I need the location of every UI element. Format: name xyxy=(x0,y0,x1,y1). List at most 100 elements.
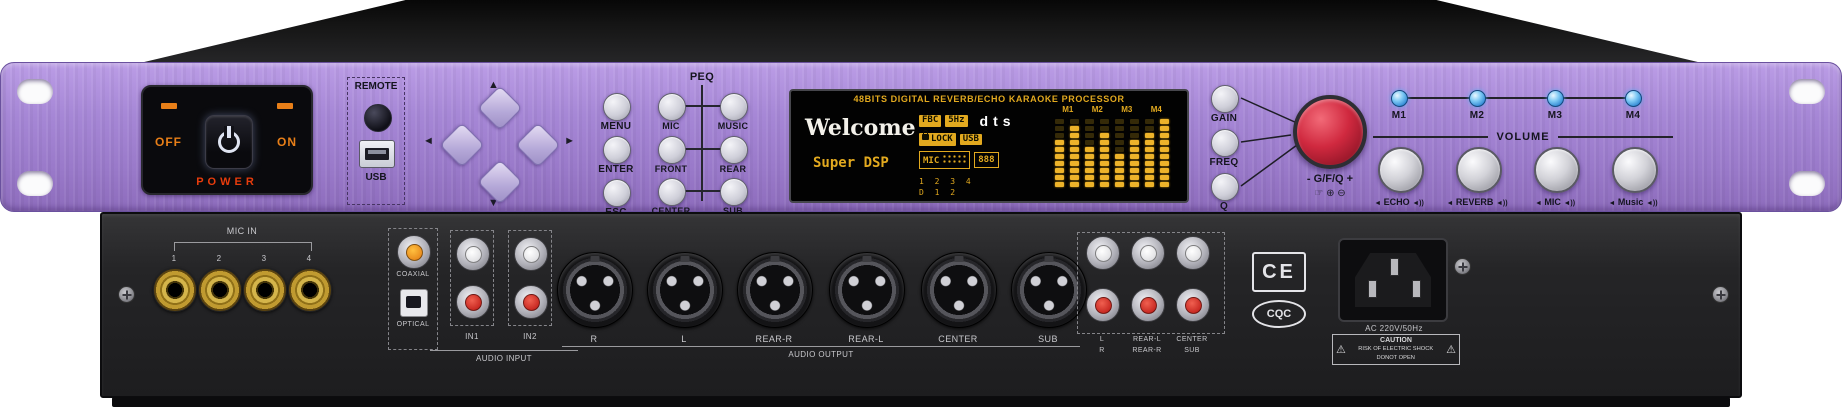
power-button[interactable] xyxy=(205,115,253,169)
karaoke-processor-scene: OFF ON POWER REMOTE USB ▲ ▼ ◄ ► xyxy=(0,0,1842,407)
speaker-min-icon: ◄ xyxy=(1446,200,1453,207)
menu-button-label: MENU xyxy=(587,121,645,132)
gain-label: GAIN xyxy=(1197,113,1251,124)
speaker-max-icon: ◄)) xyxy=(1496,200,1508,207)
display-header: 48BITS DIGITAL REVERB/ECHO KARAOKE PROCE… xyxy=(791,94,1187,104)
volume-title-row: VOLUME xyxy=(1373,131,1673,143)
xlr-r-label: R xyxy=(554,334,634,344)
music-volume-knob[interactable] xyxy=(1612,147,1658,193)
vu-meters xyxy=(1055,119,1169,187)
caution-line-1: RISK OF ELECTRIC SHOCK xyxy=(1359,346,1434,353)
speaker-max-icon: ◄)) xyxy=(1563,200,1575,207)
peq-sub-button[interactable] xyxy=(720,178,748,206)
echo-volume-knob[interactable] xyxy=(1378,147,1424,193)
peq-rear-label: REAR xyxy=(707,164,759,174)
mic-volume-knob[interactable] xyxy=(1534,147,1580,193)
music-knob-label: ◄ Music ◄)) xyxy=(1594,197,1672,207)
dot-matrix-icon xyxy=(942,154,966,165)
esc-button[interactable] xyxy=(603,179,631,207)
iec-pin-live xyxy=(1368,280,1377,298)
xlr-output-group: R L REAR-R REAR-L CENTER SUB AUDIO OUTPU… xyxy=(542,232,1117,382)
mic-in-group: MIC IN 1 2 3 4 xyxy=(142,224,352,374)
mic-jack-3 xyxy=(243,268,287,312)
freq-button[interactable] xyxy=(1211,129,1239,157)
xlr-rear-r-label: REAR-R xyxy=(734,334,814,344)
rca-sub-label: SUB xyxy=(1167,347,1217,354)
speaker-min-icon: ◄ xyxy=(1535,200,1542,207)
peq-front-button[interactable] xyxy=(658,136,686,164)
warning-icon: ⚠ xyxy=(1446,343,1456,356)
peq-music-label: MUSIC xyxy=(707,121,759,131)
warning-icon: ⚠ xyxy=(1336,343,1346,356)
memory-m2-label: M2 xyxy=(1457,110,1497,121)
rca-out-r xyxy=(1086,288,1120,322)
reverb-volume-knob[interactable] xyxy=(1456,147,1502,193)
in1-label: IN1 xyxy=(450,332,494,341)
memory-led-m4 xyxy=(1625,90,1642,107)
power-indicator-on xyxy=(277,103,293,109)
usb-label: USB xyxy=(348,172,404,183)
peq-center-button[interactable] xyxy=(658,178,686,206)
memory-led-m1 xyxy=(1391,90,1408,107)
ir-sensor-icon xyxy=(364,104,392,132)
rack-ear-hole xyxy=(1789,171,1825,196)
mic-in-bracket xyxy=(174,242,312,251)
peq-rear-button[interactable] xyxy=(720,136,748,164)
cqc-mark: CQC xyxy=(1252,300,1306,328)
enter-button[interactable] xyxy=(603,136,631,164)
peq-module: PEQ MIC MUSIC FRONT REAR CENTER SUB xyxy=(643,71,761,215)
freq-label: FREQ xyxy=(1197,157,1251,168)
led-connector-line xyxy=(1399,97,1633,99)
peq-front-label: FRONT xyxy=(645,164,697,174)
peq-bracket-line xyxy=(701,85,703,201)
memory-led-m3 xyxy=(1547,90,1564,107)
panel-screw xyxy=(1712,286,1729,303)
rca-output-group: L REAR-L CENTER R REAR-R SUB xyxy=(1077,230,1225,384)
rca-rear-l-label: REAR-L xyxy=(1122,336,1172,343)
lock-icon xyxy=(922,134,929,140)
power-indicator-off xyxy=(161,103,177,109)
optical-label: OPTICAL xyxy=(383,321,443,328)
in1-left-connector xyxy=(456,237,490,271)
nav-up-button[interactable] xyxy=(477,85,522,130)
nav-left-button[interactable] xyxy=(439,122,484,167)
chassis-top-cover xyxy=(140,0,1702,63)
remote-label: REMOTE xyxy=(348,81,404,92)
nav-right-button[interactable] xyxy=(515,122,560,167)
rack-ear-hole xyxy=(17,79,53,104)
xlr-rear-l-label: REAR-L xyxy=(826,334,906,344)
xlr-sub-label: SUB xyxy=(1008,334,1088,344)
speaker-max-icon: ◄)) xyxy=(1646,200,1658,207)
optical-connector xyxy=(400,289,428,317)
memory-m4-label: M4 xyxy=(1613,110,1653,121)
gfq-knob-caption: - G/F/Q + xyxy=(1281,173,1379,185)
mic-jack-4-label: 4 xyxy=(299,254,319,263)
coaxial-label: COAXIAL xyxy=(383,271,443,278)
mains-rating: AC 220V/50Hz xyxy=(1330,324,1458,333)
gfq-knob[interactable] xyxy=(1293,95,1367,169)
nav-down-button[interactable] xyxy=(477,159,522,204)
peq-mic-button[interactable] xyxy=(658,93,686,121)
remote-module: REMOTE USB xyxy=(347,77,405,205)
power-module: OFF ON POWER xyxy=(141,85,313,195)
caution-title: CAUTION xyxy=(1350,337,1441,345)
mic-jack-1-label: 1 xyxy=(164,254,184,263)
peq-music-button[interactable] xyxy=(720,93,748,121)
audio-output-bracket xyxy=(562,346,1080,347)
mic-delay-row: D 1 2 xyxy=(919,188,958,197)
ce-mark: CE xyxy=(1252,252,1306,292)
xlr-output-center xyxy=(921,252,997,328)
caution-line-2: DONOT OPEN xyxy=(1359,355,1434,362)
q-button[interactable] xyxy=(1211,173,1239,201)
menu-button[interactable] xyxy=(603,93,631,121)
rca-rear-r-label: REAR-R xyxy=(1122,347,1172,354)
power-off-label: OFF xyxy=(155,135,182,149)
speaker-min-icon: ◄ xyxy=(1374,200,1381,207)
iec-pin-ground xyxy=(1390,258,1399,276)
usb-port[interactable] xyxy=(359,140,395,168)
in1-right-connector xyxy=(456,285,490,319)
mic-jack-3-label: 3 xyxy=(254,254,274,263)
peq-title: PEQ xyxy=(643,71,761,83)
usb-slot-icon xyxy=(365,148,389,160)
gain-button[interactable] xyxy=(1211,85,1239,113)
